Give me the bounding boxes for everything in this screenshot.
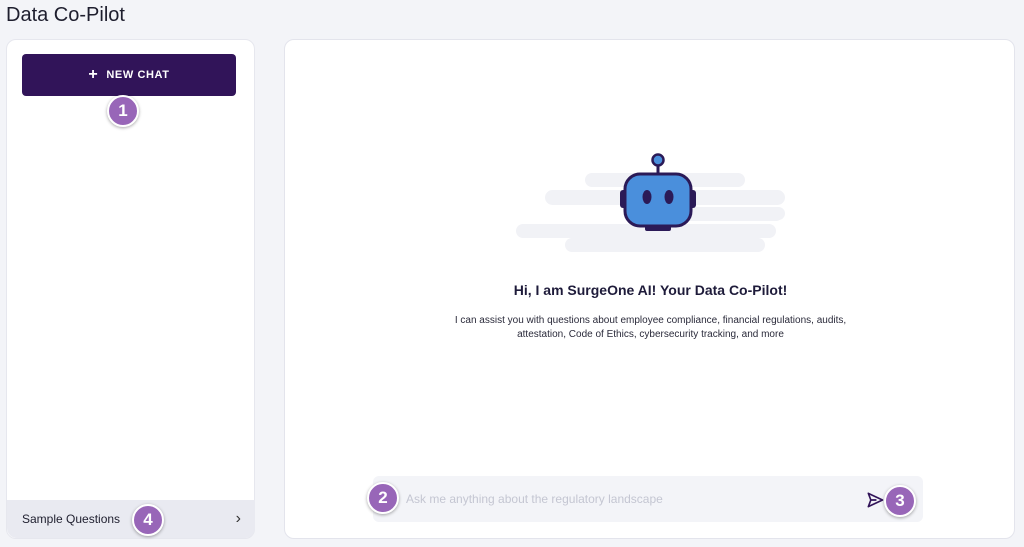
plus-icon: + <box>88 66 99 83</box>
callout-badge-2: 2 <box>367 482 399 514</box>
callout-badge-4: 4 <box>132 504 164 536</box>
greeting-heading: Hi, I am SurgeOne AI! Your Data Co-Pilot… <box>513 282 788 298</box>
sample-questions-button[interactable]: Sample Questions › <box>7 500 255 538</box>
robot-illustration <box>516 153 785 252</box>
chat-panel: Hi, I am SurgeOne AI! Your Data Co-Pilot… <box>284 39 1015 539</box>
chat-input[interactable] <box>406 476 846 522</box>
assistant-description: I can assist you with questions about em… <box>454 315 847 340</box>
send-icon <box>867 492 884 508</box>
sample-questions-label: Sample Questions <box>22 512 121 526</box>
chevron-right-icon: › <box>235 510 241 527</box>
chat-input-bar <box>373 476 923 522</box>
page-title: Data Co-Pilot <box>6 4 125 26</box>
new-chat-button[interactable]: + NEW CHAT <box>22 54 236 96</box>
robot-icon <box>620 153 696 231</box>
new-chat-label: NEW CHAT <box>106 69 170 81</box>
callout-badge-3: 3 <box>884 485 916 517</box>
callout-badge-1: 1 <box>107 95 139 127</box>
